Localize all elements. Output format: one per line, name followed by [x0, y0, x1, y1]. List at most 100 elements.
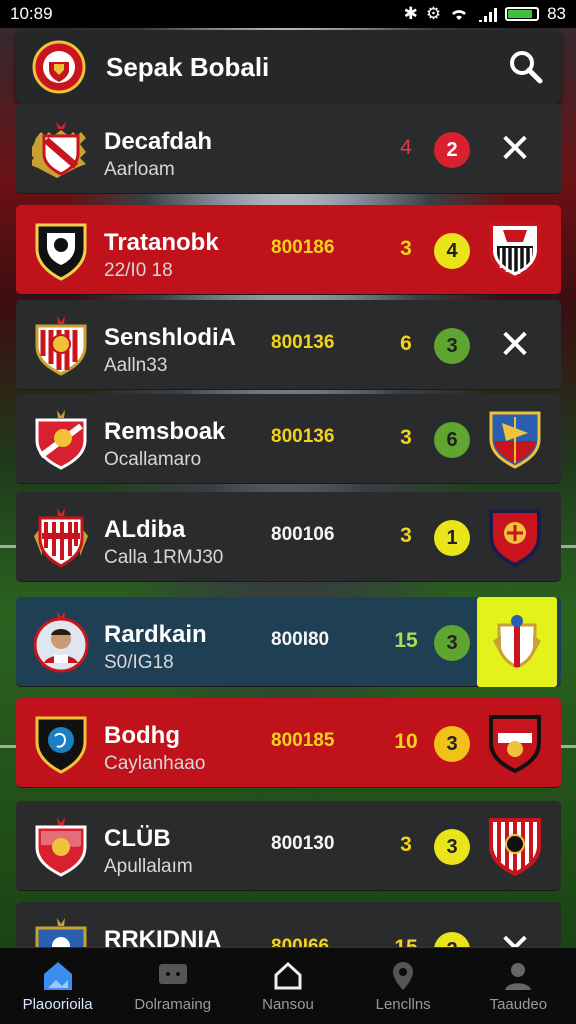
- club-crest-icon: [32, 410, 90, 470]
- nav-label: Nansou: [262, 996, 314, 1013]
- team-code: 800186: [271, 237, 335, 258]
- remove-button[interactable]: ✕: [485, 118, 545, 180]
- team-name: Bodhg: [104, 722, 180, 749]
- club-crest-icon[interactable]: [485, 815, 545, 877]
- team-code: 800185: [271, 730, 335, 751]
- team-row[interactable]: ALdiba Calla 1RMJ30 800106 3 1: [16, 492, 561, 582]
- club-crest-icon[interactable]: [485, 506, 545, 568]
- team-row[interactable]: SenshlodiA Aalln33 800136 6 3 ✕: [16, 300, 561, 390]
- team-count: 3: [400, 237, 412, 260]
- nav-tab-home[interactable]: Plaoorioila: [3, 960, 113, 1013]
- rank-badge: 1: [434, 520, 470, 556]
- status-bar: 10:89 ✱ ⚙ 83: [0, 0, 576, 28]
- nav-label: Lencllns: [375, 996, 431, 1013]
- club-crest-icon: [32, 316, 90, 376]
- team-name: Decafdah: [104, 128, 213, 155]
- team-name: RRKIDNIA: [104, 926, 222, 947]
- club-crest-icon: [32, 508, 90, 568]
- team-count: 15: [394, 629, 418, 652]
- bottom-nav: Plaoorioila Dolramaing Nansou Lencllns T…: [0, 948, 576, 1024]
- team-subtitle: Ocallamaro: [104, 449, 202, 470]
- team-row[interactable]: Remsboak Ocallamaro 800136 3 6: [16, 394, 561, 484]
- house-outline-icon: [274, 961, 302, 990]
- club-crest-icon[interactable]: [485, 408, 545, 470]
- team-name: CLÜB: [104, 825, 171, 852]
- team-count: 3: [400, 426, 412, 449]
- team-code: 800130: [271, 833, 335, 854]
- team-row[interactable]: Tratanobk 22/I0 18 800186 3 4: [16, 205, 561, 295]
- page-title: Sepak Bobali: [106, 51, 270, 82]
- nav-tab-center[interactable]: Nansou: [233, 960, 343, 1013]
- team-name: SenshlodiA: [104, 324, 237, 351]
- club-crest-icon[interactable]: [485, 712, 545, 774]
- remove-button[interactable]: ✕: [485, 918, 545, 947]
- team-subtitle: Apullalaım: [104, 856, 193, 877]
- club-crest-icon[interactable]: [477, 597, 557, 687]
- close-icon: ✕: [498, 929, 532, 947]
- remove-button[interactable]: ✕: [485, 314, 545, 376]
- team-subtitle: Calla 1RMJ30: [104, 547, 224, 568]
- team-name: Remsboak: [104, 418, 226, 445]
- battery-icon: [505, 7, 540, 21]
- wifi-icon: [452, 10, 467, 20]
- team-count: 6: [400, 332, 412, 355]
- rank-badge: 3: [434, 328, 470, 364]
- club-crest-icon: [32, 221, 90, 281]
- club-crest-icon: [32, 120, 90, 178]
- nav-label: Dolramaing: [134, 996, 212, 1013]
- team-row[interactable]: Rardkain S0/IG18 800I80 15 3: [16, 597, 561, 687]
- team-subtitle: Aalln33: [104, 355, 168, 376]
- close-icon: ✕: [498, 323, 532, 367]
- team-row[interactable]: CLÜB Apullalaım 800130 3 3: [16, 801, 561, 891]
- search-icon[interactable]: [509, 50, 543, 84]
- team-name: ALdiba: [104, 516, 186, 543]
- team-name: Rardkain: [104, 621, 207, 648]
- app-logo: [30, 38, 88, 96]
- rank-badge: 3: [434, 625, 470, 661]
- team-code: 800136: [271, 332, 335, 353]
- location-pin-icon: [393, 962, 414, 990]
- club-crest-icon: [32, 714, 90, 774]
- close-icon: ✕: [498, 127, 532, 171]
- app-header: Sepak Bobali: [16, 30, 561, 104]
- team-subtitle: 22/I0 18: [104, 260, 173, 281]
- team-subtitle: Aarloam: [104, 159, 175, 180]
- team-subtitle: S0/IG18: [104, 652, 174, 673]
- settings-icon: ⚙: [425, 4, 442, 23]
- home-icon: [43, 962, 72, 990]
- team-code: 800I66: [271, 936, 330, 947]
- team-list: Decafdah Aarloam 4 2 ✕ Tratanobk 22/I0 1…: [16, 104, 561, 947]
- team-count: 15: [386, 936, 426, 947]
- club-crest-icon: [32, 817, 90, 877]
- nav-tab-messages[interactable]: Dolramaing: [118, 960, 228, 1013]
- team-row[interactable]: Bodhg Caylanhaao 800185 10 3: [16, 698, 561, 788]
- team-row[interactable]: Decafdah Aarloam 4 2 ✕: [16, 104, 561, 194]
- team-count: 4: [400, 136, 412, 159]
- chat-icon: [158, 964, 187, 984]
- team-count: 3: [400, 833, 412, 856]
- signal-icon: [479, 8, 498, 22]
- battery-level: 83: [547, 4, 566, 23]
- bluetooth-icon: ✱: [403, 4, 418, 23]
- rank-badge: 4: [434, 233, 470, 269]
- rank-badge: 2: [434, 932, 470, 947]
- team-subtitle: Caylanhaao: [104, 753, 206, 774]
- rank-badge: 3: [434, 726, 470, 762]
- rank-badge: 3: [434, 829, 470, 865]
- nav-label: Plaoorioila: [22, 996, 93, 1013]
- player-avatar: [32, 611, 90, 673]
- nav-label: Taaudeo: [489, 996, 548, 1013]
- nav-tab-location[interactable]: Lencllns: [348, 960, 458, 1013]
- user-icon: [505, 963, 532, 990]
- club-crest-icon[interactable]: [485, 219, 545, 281]
- team-count: 3: [400, 524, 412, 547]
- team-code: 800106: [271, 524, 335, 545]
- team-count: 10: [394, 730, 418, 753]
- team-code: 800136: [271, 426, 335, 447]
- nav-tab-profile[interactable]: Taaudeo: [463, 960, 573, 1013]
- team-name: Tratanobk: [104, 229, 219, 256]
- status-time: 10:89: [10, 4, 53, 23]
- rank-badge: 2: [434, 132, 470, 168]
- rank-badge: 6: [434, 422, 470, 458]
- team-row[interactable]: RRKIDNIA 800I66 15 2 ✕: [16, 902, 561, 947]
